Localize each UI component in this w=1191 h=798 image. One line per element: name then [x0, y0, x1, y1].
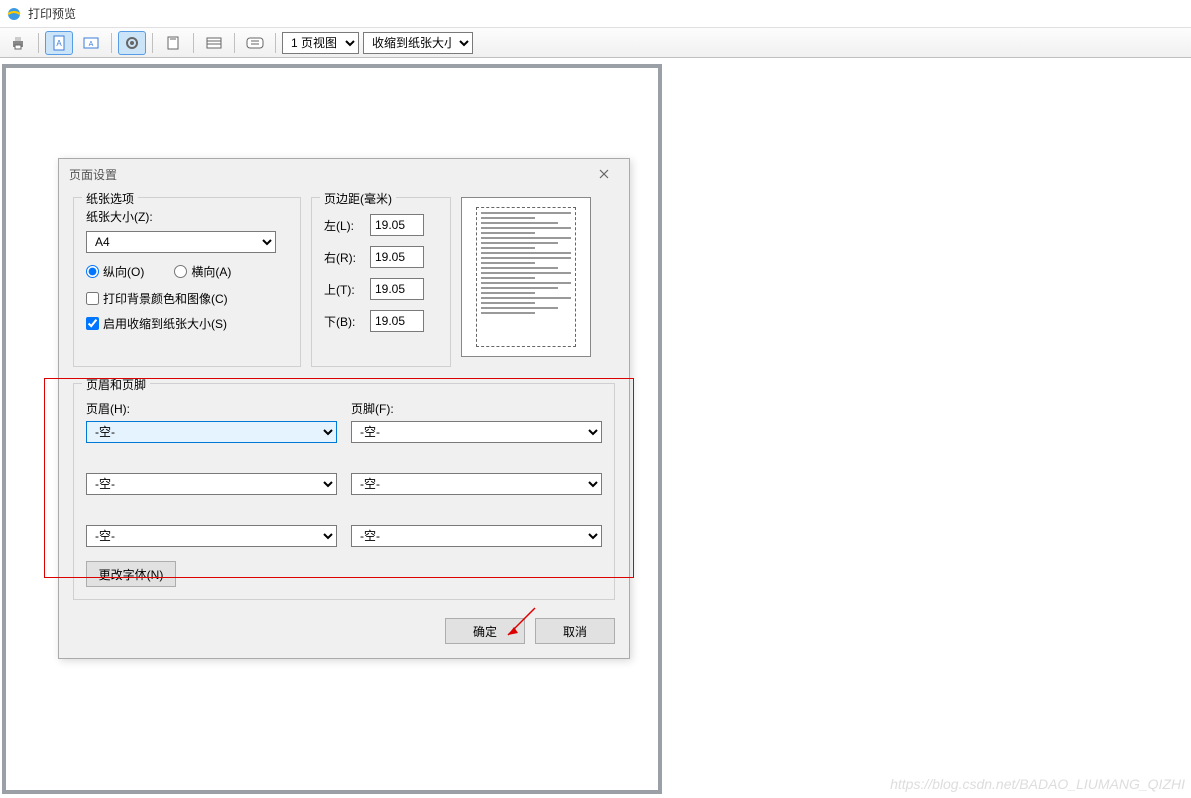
full-page-button[interactable]	[241, 31, 269, 55]
footer-select-2[interactable]: -空-	[351, 473, 602, 495]
margin-bottom-input[interactable]	[370, 310, 424, 332]
toolbar-separator	[111, 33, 112, 53]
header-label: 页眉(H):	[86, 400, 337, 417]
enable-shrink-checkbox[interactable]: 启用收缩到纸张大小(S)	[86, 315, 288, 332]
watermark: https://blog.csdn.net/BADAO_LIUMANG_QIZH…	[890, 776, 1185, 792]
footer-select-1[interactable]: -空-	[351, 421, 602, 443]
print-background-checkbox[interactable]: 打印背景颜色和图像(C)	[86, 290, 288, 307]
page-setup-dialog: 页面设置 纸张选项 纸张大小(Z): A4 纵向(O) 横向(A)	[58, 158, 630, 659]
margins-legend: 页边距(毫米)	[320, 190, 396, 207]
toolbar-separator	[152, 33, 153, 53]
toolbar-separator	[38, 33, 39, 53]
landscape-button[interactable]: A	[77, 31, 105, 55]
cancel-button[interactable]: 取消	[535, 618, 615, 644]
header-select-1[interactable]: -空-	[86, 421, 337, 443]
svg-text:A: A	[89, 41, 94, 48]
page-view-select[interactable]: 1 页视图	[282, 32, 359, 54]
window-title-bar: 打印预览	[0, 0, 1191, 28]
margin-top-input[interactable]	[370, 278, 424, 300]
margin-right-label: 右(R):	[324, 249, 364, 266]
header-footer-group: 页眉和页脚 页眉(H): -空- 页脚(F): -空- -空- -空-	[73, 383, 615, 600]
toolbar: A A 1 页视图 收缩到纸张大小	[0, 28, 1191, 58]
margin-right-input[interactable]	[370, 246, 424, 268]
paper-legend: 纸张选项	[82, 190, 138, 207]
dialog-title-bar: 页面设置	[59, 159, 629, 189]
ie-icon	[6, 6, 22, 22]
dialog-title: 页面设置	[69, 166, 117, 183]
paper-options-group: 纸张选项 纸张大小(Z): A4 纵向(O) 横向(A) 打印背景颜色和图像(C…	[73, 197, 301, 367]
margin-left-label: 左(L):	[324, 217, 364, 234]
svg-text:A: A	[56, 39, 62, 48]
content-area: 页面设置 纸张选项 纸张大小(Z): A4 纵向(O) 横向(A)	[0, 58, 1191, 798]
page-setup-button[interactable]	[118, 31, 146, 55]
paper-size-label: 纸张大小(Z):	[86, 208, 288, 225]
toolbar-separator	[275, 33, 276, 53]
header-select-3[interactable]: -空-	[86, 525, 337, 547]
headers-button[interactable]	[159, 31, 187, 55]
toolbar-separator	[234, 33, 235, 53]
close-button[interactable]	[589, 164, 619, 184]
margins-group: 页边距(毫米) 左(L): 右(R): 上(T): 下(B):	[311, 197, 451, 367]
margin-left-input[interactable]	[370, 214, 424, 236]
margin-bottom-label: 下(B):	[324, 313, 364, 330]
header-select-2[interactable]: -空-	[86, 473, 337, 495]
full-width-button[interactable]	[200, 31, 228, 55]
ok-button[interactable]: 确定	[445, 618, 525, 644]
margin-top-label: 上(T):	[324, 281, 364, 298]
footer-label: 页脚(F):	[351, 400, 602, 417]
print-button[interactable]	[4, 31, 32, 55]
paper-size-select[interactable]: A4	[86, 231, 276, 253]
portrait-button[interactable]: A	[45, 31, 73, 55]
footer-select-3[interactable]: -空-	[351, 525, 602, 547]
landscape-radio[interactable]: 横向(A)	[174, 263, 231, 280]
portrait-radio[interactable]: 纵向(O)	[86, 263, 144, 280]
zoom-select[interactable]: 收缩到纸张大小	[363, 32, 473, 54]
window-title: 打印预览	[28, 5, 76, 22]
change-font-button[interactable]: 更改字体(N)	[86, 561, 176, 587]
toolbar-separator	[193, 33, 194, 53]
page-preview	[461, 197, 591, 357]
header-footer-legend: 页眉和页脚	[82, 376, 150, 393]
